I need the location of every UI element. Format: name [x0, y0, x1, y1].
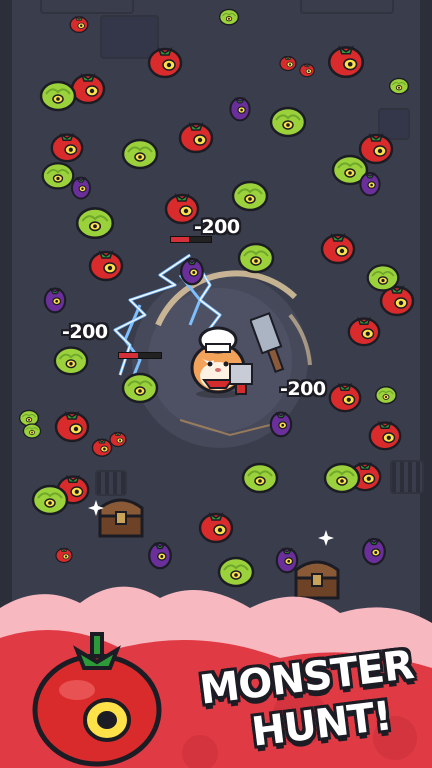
cabbage-monster	[52, 340, 90, 378]
damage-popup: -200	[280, 378, 326, 400]
cabbage-monster	[38, 74, 78, 114]
cabbage-monster	[240, 456, 280, 496]
cabbage-monster	[22, 420, 42, 440]
tomato-monster	[54, 544, 74, 564]
eggplant-monster	[224, 90, 256, 122]
floor-tile	[300, 0, 394, 14]
cleaver-weapon	[250, 312, 285, 374]
cabbage-monster	[365, 258, 401, 294]
tomato-monster	[86, 243, 126, 283]
sparkle-icon	[88, 500, 104, 516]
damage-popup: -200	[62, 321, 108, 343]
tomato-monster	[196, 505, 236, 545]
game-arena[interactable]: -200 -200 -200 MONSTER HUNT!	[0, 0, 432, 768]
cabbage-monster	[120, 366, 160, 406]
sparkle-icon	[318, 530, 334, 546]
enemy-health-bar	[118, 352, 162, 359]
cabbage-monster	[30, 478, 70, 518]
eggplant-monster	[66, 170, 96, 200]
enemy-health-fill	[171, 237, 189, 242]
tomato-mascot	[32, 632, 162, 767]
damage-popup: -200	[194, 216, 240, 238]
tomato-monster	[318, 226, 358, 266]
tomato-monster	[298, 60, 316, 78]
tomato-monster	[52, 404, 92, 444]
cabbage-monster	[74, 200, 116, 242]
cleaver-weapon	[229, 363, 253, 395]
tomato-monster	[108, 428, 128, 448]
eggplant-monster	[354, 165, 386, 197]
tomato-monster	[366, 414, 404, 452]
cabbage-monster	[268, 100, 308, 140]
tomato-monster	[325, 38, 367, 80]
tomato-monster	[176, 115, 216, 155]
eggplant-monster	[174, 250, 210, 286]
tomato-monster	[326, 376, 364, 414]
floor-grate	[390, 460, 424, 494]
tomato-monster	[68, 12, 90, 34]
eggplant-monster	[38, 280, 72, 314]
cabbage-monster	[230, 174, 270, 214]
cabbage-monster	[120, 132, 160, 172]
cabbage-monster	[374, 382, 398, 406]
tomato-monster	[278, 52, 298, 72]
cabbage-monster	[322, 456, 362, 496]
tomato-monster	[145, 40, 185, 80]
eggplant-monster	[264, 404, 298, 438]
enemy-health-fill	[119, 353, 138, 358]
eggplant-monster	[356, 530, 392, 566]
cabbage-monster	[218, 5, 240, 27]
tomato-monster	[345, 310, 383, 348]
cabbage-monster	[236, 236, 276, 276]
cabbage-monster	[388, 74, 410, 96]
